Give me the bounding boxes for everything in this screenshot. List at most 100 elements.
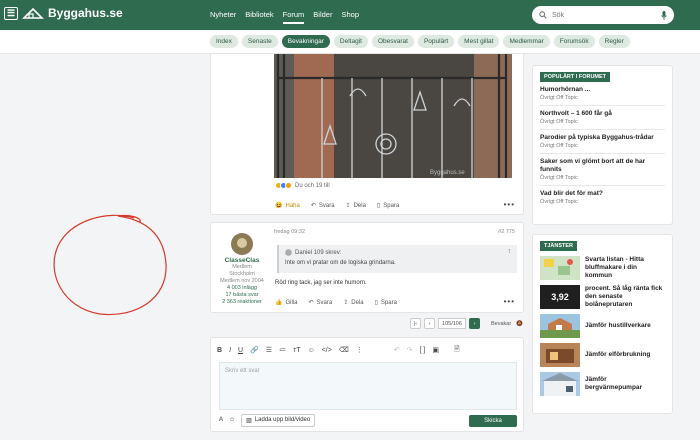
next-page-icon[interactable]: › [469, 318, 480, 329]
service-item-title[interactable]: Svarta listan - Hitta bluffmakare i din … [585, 256, 665, 280]
more-tools-icon[interactable]: ⋮ [356, 346, 363, 354]
send-button[interactable]: Skicka [469, 415, 517, 427]
nav-item-bibliotek[interactable]: Bibliotek [245, 10, 273, 24]
popular-item-forum[interactable]: Övrigt Off Topic [540, 95, 665, 101]
popular-item-title[interactable]: Vad blir det för mat? [540, 190, 665, 198]
code-icon[interactable]: </> [322, 347, 332, 354]
share-button[interactable]: ⇪ Dela [343, 299, 363, 307]
author-post-count[interactable]: 4 003 inlägg [211, 285, 273, 292]
save-button[interactable]: ▯ Spara [377, 202, 399, 210]
microphone-icon[interactable] [661, 10, 667, 20]
tab-index[interactable]: Index [210, 35, 238, 48]
post-date[interactable]: fredag 09:32 [274, 229, 305, 235]
svg-text:Byggahus.se: Byggahus.se [430, 170, 465, 176]
service-item-title[interactable]: procent. Så låg ränta fick den senaste b… [585, 285, 665, 309]
nav-item-bilder[interactable]: Bilder [313, 10, 332, 24]
reply-button[interactable]: ↶ Svara [311, 202, 335, 210]
previous-page-icon[interactable]: ‹ [424, 318, 435, 329]
preview-icon[interactable]: 🗎 [454, 345, 460, 356]
menu-icon[interactable]: ☰ [4, 6, 18, 20]
tab-senaste[interactable]: Senaste [241, 35, 278, 48]
emoji-picker-icon[interactable]: ☺ [229, 417, 235, 423]
gate-photo[interactable]: Byggahus.se [274, 54, 512, 178]
quote-author[interactable]: Daniel 109 skrev: [295, 250, 341, 256]
services-box: TJÄNSTER Svarta listan - Hitta bluffmaka… [532, 234, 673, 414]
tab-deltagit[interactable]: Deltagit [333, 35, 368, 48]
like-button[interactable]: 👍 Gilla [275, 299, 298, 307]
tab-populart[interactable]: Populärt [417, 35, 455, 48]
bell-off-icon[interactable]: 🔕 [514, 318, 525, 329]
search-box[interactable] [532, 6, 674, 24]
house-logo-icon [22, 7, 44, 19]
watch-button[interactable]: Bevakar [491, 321, 511, 327]
tab-regler[interactable]: Regler [598, 35, 630, 48]
font-color-icon[interactable]: A [219, 417, 223, 423]
author-reactions[interactable]: 2 363 reaktioner [211, 299, 273, 306]
popular-item-forum[interactable]: Övrigt Off Topic [540, 143, 665, 149]
service-item[interactable]: 3,92 procent. Så låg ränta fick den sena… [540, 285, 665, 309]
reaction-summary[interactable]: Du och 19 till [275, 182, 330, 189]
tab-medlemmar[interactable]: Medlemmar [503, 35, 550, 48]
avatar[interactable] [231, 233, 253, 255]
service-item[interactable]: Jämför bergvärmepumpar [540, 372, 665, 396]
popular-item-title[interactable]: Northvolt – 1 600 får gå [540, 110, 665, 118]
tab-mest-gillat[interactable]: Mest gillat [458, 35, 500, 48]
laugh-reaction-icon [285, 182, 292, 189]
share-button[interactable]: ⇪ Dela [346, 202, 366, 210]
nav-item-shop[interactable]: Shop [341, 10, 359, 24]
popular-item[interactable]: Parodier på typiska Byggahus-trådar Övrig… [540, 130, 665, 154]
popular-item-forum[interactable]: Övrigt Off Topic [540, 175, 665, 181]
link-icon[interactable]: 🔗 [250, 346, 259, 354]
reply-textarea[interactable]: Skriv ett svar [219, 362, 517, 410]
italic-icon[interactable]: I [229, 347, 231, 354]
emoji-icon[interactable]: ☺ [308, 347, 315, 354]
save-button[interactable]: ▯ Spara [375, 299, 397, 307]
more-options-icon[interactable]: ••• [504, 297, 515, 306]
popular-box: POPULÄRT I FORUMET Humorhörnan ... Övrigt… [532, 65, 673, 225]
react-button[interactable]: 😆 Haha [275, 202, 300, 210]
service-item[interactable]: Svarta listan - Hitta bluffmakare i din … [540, 256, 665, 280]
popular-item-forum[interactable]: Övrigt Off Topic [540, 119, 665, 125]
drafts-icon[interactable]: ▣ [432, 346, 439, 354]
upload-media-button[interactable]: ▨ Ladda upp bild/video [241, 413, 316, 427]
popular-item-title[interactable]: Humorhörnan ... [540, 86, 665, 94]
more-options-icon[interactable]: ••• [504, 200, 515, 209]
service-item-title[interactable]: Jämför bergvärmepumpar [585, 376, 665, 392]
search-input[interactable] [552, 11, 656, 19]
author-name[interactable]: ClasseClas [211, 257, 273, 264]
numbered-list-icon[interactable]: ≔ [279, 346, 286, 354]
popular-item-title[interactable]: Parodier på typiska Byggahus-trådar [540, 134, 665, 142]
popular-item-title[interactable]: Saker som vi glömt bort att de har funni… [540, 158, 665, 174]
underline-icon[interactable]: U [238, 347, 243, 354]
post-number[interactable]: #2 775 [498, 229, 515, 235]
first-page-icon[interactable]: |‹ [410, 318, 421, 329]
bold-icon[interactable]: B [217, 347, 222, 354]
fullscreen-icon[interactable]: [ ] [420, 347, 426, 354]
clear-format-icon[interactable]: ⌫ [339, 346, 349, 354]
popular-item[interactable]: Saker som vi glömt bort att de har funni… [540, 154, 665, 186]
redo-icon[interactable]: ↷ [407, 346, 413, 354]
reply-button[interactable]: ↶ Svara [309, 299, 333, 307]
nav-item-nyheter[interactable]: Nyheter [210, 10, 236, 24]
popular-item[interactable]: Humorhörnan ... Övrigt Off Topic [540, 82, 665, 106]
page-number-input[interactable]: 105/106 [438, 318, 466, 329]
undo-icon[interactable]: ↶ [394, 346, 400, 354]
service-item-title[interactable]: Jämför hustillverkare [585, 322, 651, 330]
popular-item[interactable]: Vad blir det för mat? Övrigt Off Topic [540, 186, 665, 209]
popular-item[interactable]: Northvolt – 1 600 får gå Övrigt Off Topic [540, 106, 665, 130]
save-label: Spara [380, 299, 397, 306]
service-item[interactable]: Jämför hustillverkare [540, 314, 665, 338]
text-size-icon[interactable]: тT [293, 347, 300, 354]
tab-obesvarat[interactable]: Obesvarat [371, 35, 414, 48]
arrow-up-icon[interactable]: ↑ [508, 248, 512, 255]
popular-title: POPULÄRT I FORUMET [540, 72, 611, 82]
popular-item-forum[interactable]: Övrigt Off Topic [540, 199, 665, 205]
service-item-title[interactable]: Jämför elförbrukning [585, 351, 650, 359]
author-best-answers[interactable]: 17 bästa svar [211, 292, 273, 299]
bullet-list-icon[interactable]: ☰ [266, 346, 272, 354]
tab-bevakningar[interactable]: Bevakningar [281, 35, 330, 48]
site-logo[interactable]: ☰ Byggahus.se [4, 6, 123, 20]
service-item[interactable]: Jämför elförbrukning [540, 343, 665, 367]
tab-forumsok[interactable]: Forumsök [553, 35, 595, 48]
nav-item-forum[interactable]: Forum [282, 10, 305, 24]
